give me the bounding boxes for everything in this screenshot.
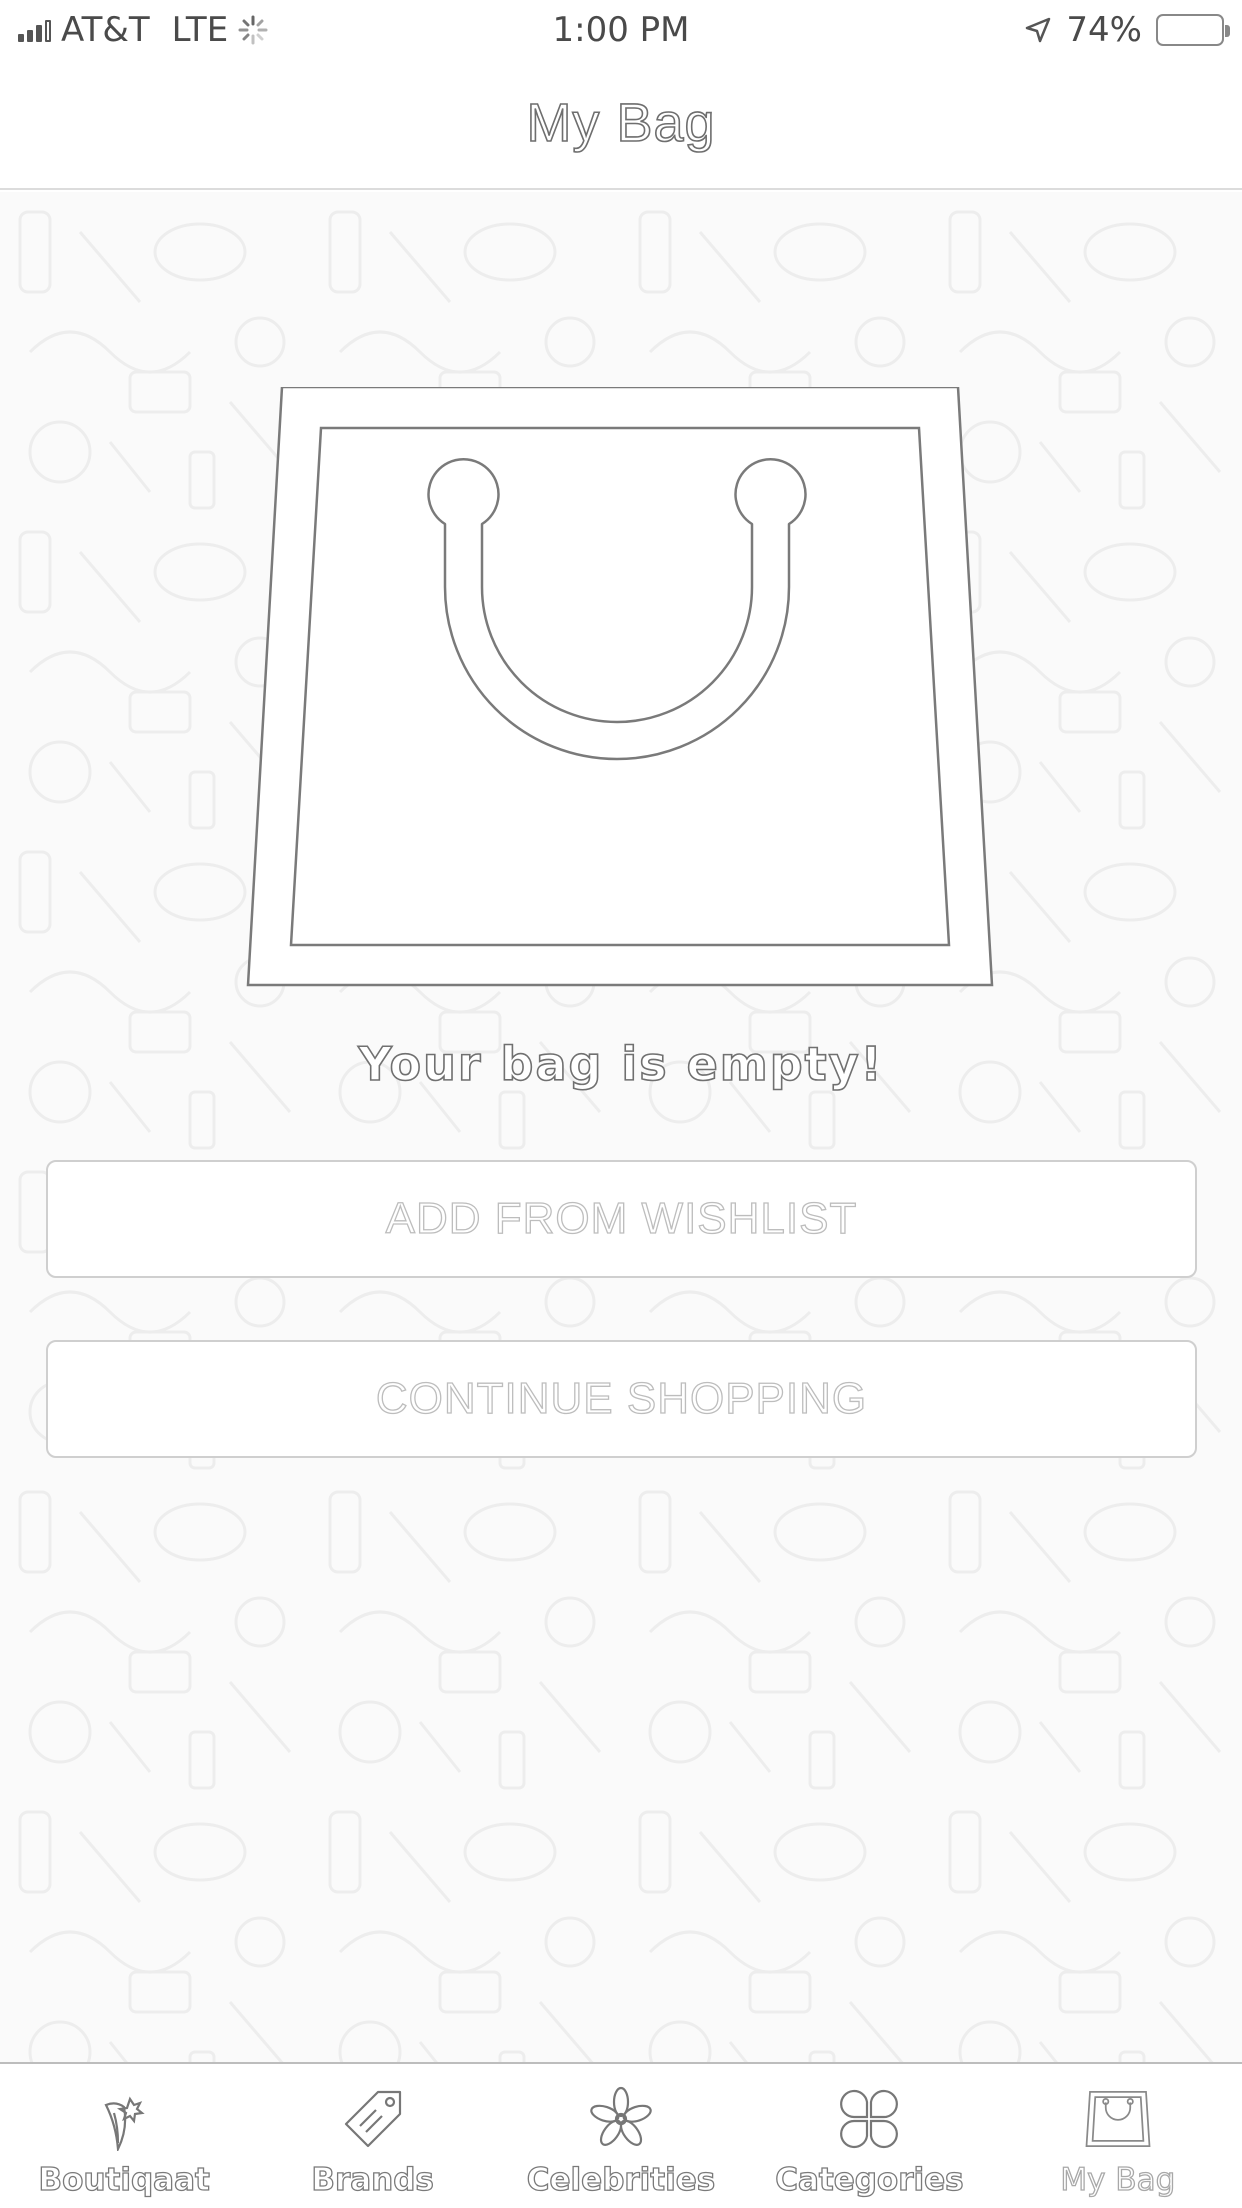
flower-icon — [586, 2084, 656, 2154]
tab-bar: Boutiqaat Brands Celebrities Categories … — [0, 2062, 1242, 2208]
add-from-wishlist-label: ADD FROM WISHLIST — [385, 1193, 858, 1243]
nav-header: My Bag — [0, 60, 1242, 190]
bag-content: Your bag is empty! ADD FROM WISHLIST CON… — [0, 192, 1242, 2062]
tab-categories[interactable]: Categories — [745, 2064, 993, 2208]
grid-icon — [834, 2084, 904, 2154]
continue-shopping-label: CONTINUE SHOPPING — [375, 1373, 868, 1423]
tab-brands[interactable]: Brands — [248, 2064, 496, 2208]
tab-celebrities[interactable]: Celebrities — [497, 2064, 745, 2208]
tab-label-brands: Brands — [311, 2161, 435, 2198]
status-right: 74% — [1024, 10, 1230, 50]
tab-label-my-bag: My Bag — [1060, 2161, 1176, 2198]
tab-label-boutiqaat: Boutiqaat — [38, 2161, 211, 2198]
status-bar: AT&T LTE 1:00 PM 74% — [0, 0, 1242, 60]
tab-my-bag[interactable]: My Bag — [994, 2064, 1242, 2208]
page-title: My Bag — [526, 92, 716, 154]
bag-icon — [1083, 2084, 1153, 2154]
battery-icon — [1156, 14, 1230, 46]
my-bag-screen: AT&T LTE 1:00 PM 74% My Bag Your bag is … — [0, 0, 1242, 2208]
tag-icon — [338, 2084, 408, 2154]
continue-shopping-button[interactable]: CONTINUE SHOPPING — [46, 1340, 1197, 1458]
tab-label-celebrities: Celebrities — [526, 2161, 716, 2198]
add-from-wishlist-button[interactable]: ADD FROM WISHLIST — [46, 1160, 1197, 1278]
boutiqaat-logo-icon — [89, 2084, 159, 2154]
battery-percent: 74% — [1066, 10, 1142, 50]
shopping-bag-icon — [246, 387, 994, 987]
empty-bag-message: Your bag is empty! — [358, 1036, 884, 1092]
location-arrow-icon — [1026, 17, 1051, 43]
tab-boutiqaat[interactable]: Boutiqaat — [0, 2064, 248, 2208]
tab-label-categories: Categories — [775, 2161, 965, 2198]
